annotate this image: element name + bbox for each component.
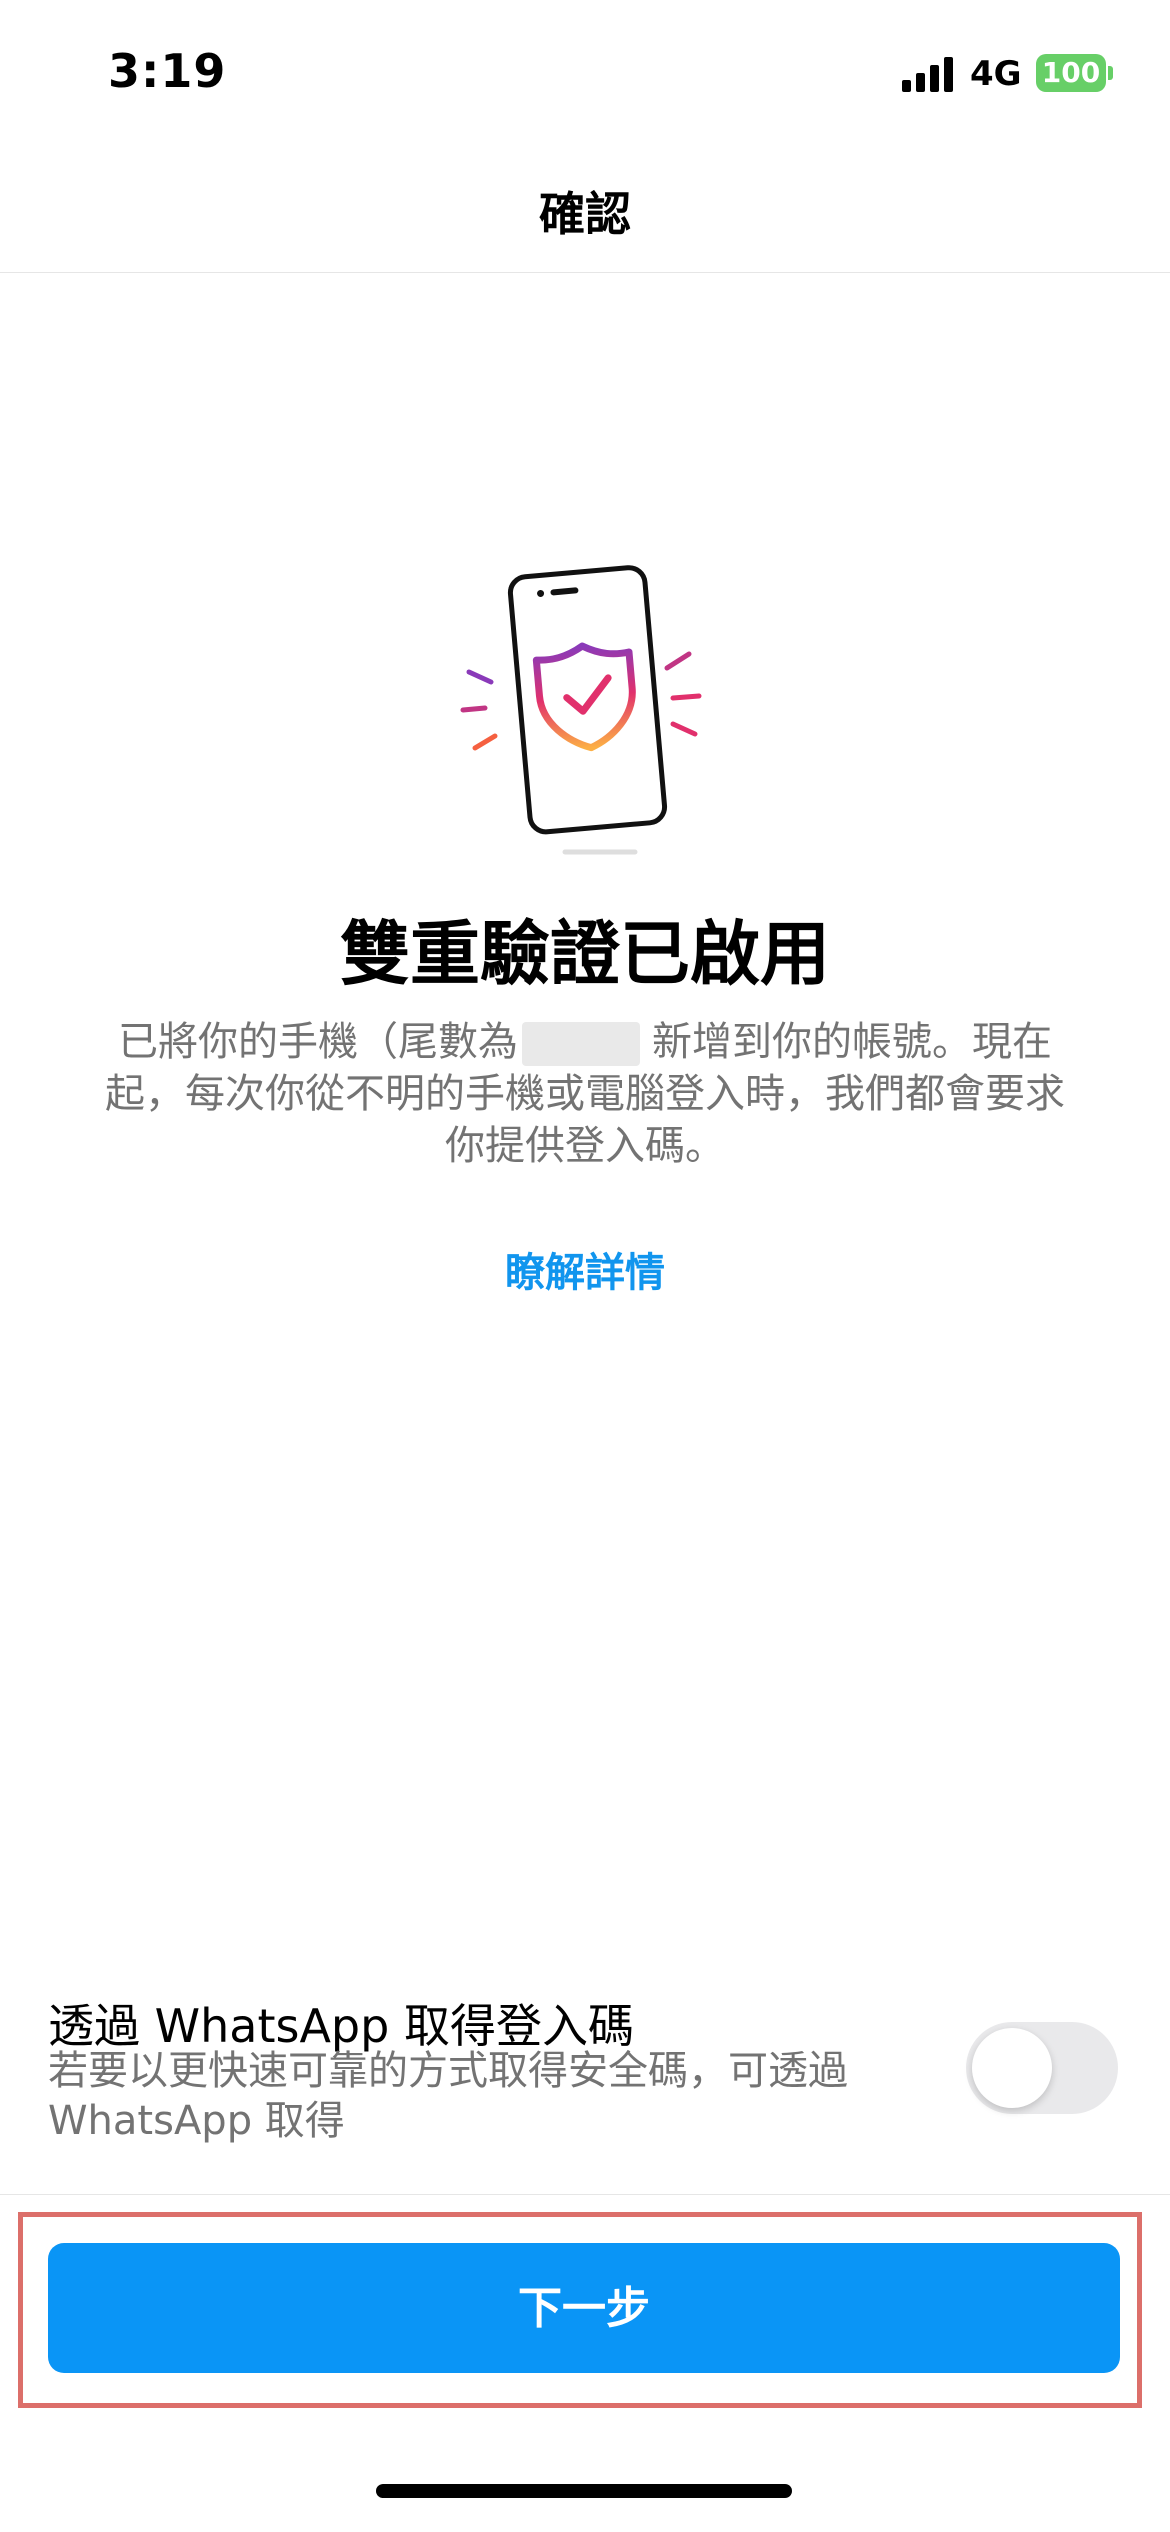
battery-icon: 100 <box>1036 54 1106 92</box>
nav-bar: 確認 <box>0 140 1170 273</box>
headline: 雙重驗證已啟用 <box>340 913 830 995</box>
whatsapp-toggle[interactable] <box>966 2022 1118 2114</box>
cellular-signal-icon <box>902 56 958 92</box>
description-part1: 已將你的手機（尾數為 <box>118 1019 518 1065</box>
phone-shield-check-icon <box>460 565 702 855</box>
page-title: 確認 <box>539 187 631 241</box>
home-indicator <box>376 2484 792 2498</box>
status-bar: 3:19 4G 100 <box>0 0 1170 140</box>
toggle-knob <box>972 2028 1052 2108</box>
whatsapp-option-row: 透過 WhatsApp 取得登入碼 若要以更快速可靠的方式取得安全碼，可透過 W… <box>0 1982 1170 2194</box>
network-type: 4G <box>970 54 1022 94</box>
description: 已將你的手機（尾數為 新增到你的帳號。現在起，每次你從不明的手機或電腦登入時，我們… <box>90 1016 1080 1172</box>
redacted-phone-number <box>522 1022 640 1066</box>
next-button[interactable]: 下一步 <box>48 2243 1120 2373</box>
divider <box>0 2194 1170 2195</box>
battery-cap <box>1108 66 1113 80</box>
learn-more-link[interactable]: 瞭解詳情 <box>0 1240 1170 1298</box>
whatsapp-option-subtitle: 若要以更快速可靠的方式取得安全碼，可透過 WhatsApp 取得 <box>48 2048 848 2144</box>
status-time: 3:19 <box>108 44 227 98</box>
